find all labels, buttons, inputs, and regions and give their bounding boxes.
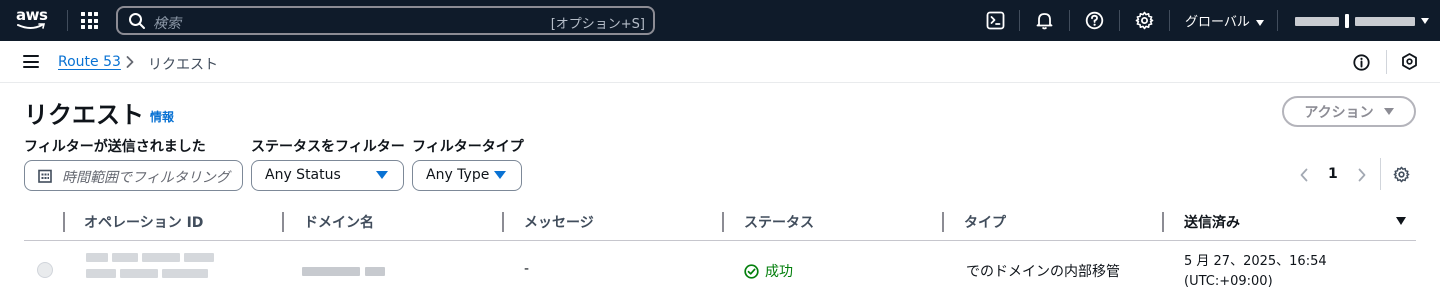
status-filter-label: ステータスをフィルター [251,139,405,155]
sent-timezone: (UTC:+09:00) [1184,274,1273,289]
table-row: - 成功 でのドメインの内部移管 5 月 27、2025、16:54 (UTC:… [24,242,1416,303]
nav-divider [1277,10,1278,31]
redacted-separator [1345,14,1349,28]
actions-dropdown-button[interactable]: アクション [1282,96,1416,127]
nav-divider [1169,10,1170,31]
column-header-message[interactable]: メッセージ [524,212,594,232]
aws-logo-text: aws [16,6,48,24]
actions-label: アクション [1304,104,1374,121]
column-header-sent[interactable]: 送信済み [1184,212,1240,232]
search-icon [129,13,145,29]
type-filter-label: フィルタータイプ [412,139,524,155]
redacted-operation-id [86,253,214,278]
help-icon[interactable] [1085,11,1104,30]
caret-down-icon [1255,19,1264,26]
table-header: オペレーション ID ドメイン名 メッセージ ステータス タイプ 送信済み [24,202,1416,241]
caret-down-icon [1383,108,1394,115]
previous-page-icon[interactable] [1298,167,1310,183]
type-cell: でのドメインの内部移管 [966,264,1120,280]
region-selector[interactable]: グローバル [1185,11,1264,30]
status-cell: 成功 [744,261,793,281]
date-range-placeholder: 時間範囲でフィルタリング [62,170,230,186]
aws-smile-icon [17,23,46,29]
breadcrumb-divider [1386,50,1387,74]
search-field[interactable]: 検索 [オプション+S] [116,6,655,35]
region-label: グローバル [1185,15,1250,30]
success-check-icon [744,263,759,279]
breadcrumb-bar: Route 53 リクエスト [0,41,1440,83]
nav-divider [67,10,68,31]
aws-logo[interactable]: aws [16,8,50,34]
search-shortcut-hint: [オプション+S] [550,17,645,32]
top-navigation-bar: aws 検索 [オプション+S] グローバル [0,0,1440,41]
column-resizer[interactable] [502,212,504,232]
gear-icon[interactable] [1135,11,1154,30]
status-text: 成功 [765,264,793,280]
chevron-right-icon [126,56,134,68]
caret-down-icon [1421,18,1429,24]
column-header-operation-id[interactable]: オペレーション ID [84,212,203,232]
date-filter-label: フィルターが送信されました [24,139,206,155]
account-menu[interactable] [1295,13,1429,29]
next-page-icon[interactable] [1356,167,1368,183]
column-resizer[interactable] [942,212,944,232]
caret-down-icon [376,171,388,179]
sent-cell: 5 月 27、2025、16:54 (UTC:+09:00) [1184,252,1327,292]
redacted-account-id [1355,16,1415,26]
search-placeholder: 検索 [153,16,181,32]
type-filter-select[interactable]: Any Type [412,160,522,191]
column-resizer[interactable] [63,212,65,232]
menu-toggle-icon[interactable] [23,55,39,68]
nav-divider [1019,10,1020,31]
row-select-radio[interactable] [37,262,53,278]
message-cell: - [524,261,530,277]
column-header-domain-name[interactable]: ドメイン名 [304,212,374,232]
date-range-filter[interactable]: 時間範囲でフィルタリング [24,160,243,191]
pagination-divider [1380,158,1381,190]
sort-descending-icon[interactable] [1396,217,1406,225]
caret-down-icon [494,171,506,179]
current-page-number[interactable]: 1 [1328,166,1338,182]
info-link[interactable]: 情報 [150,108,174,125]
status-filter-value: Any Status [265,167,341,183]
cloudshell-icon[interactable] [986,11,1005,30]
column-resizer[interactable] [282,212,284,232]
sent-datetime: 5 月 27、2025、16:54 [1184,254,1327,269]
breadcrumb-current: リクエスト [148,57,218,73]
page-title: リクエスト [24,101,144,129]
column-header-type[interactable]: タイプ [964,212,1006,232]
nav-divider [1119,10,1120,31]
bell-icon[interactable] [1035,11,1054,30]
column-header-status[interactable]: ステータス [744,212,814,232]
status-filter-select[interactable]: Any Status [251,160,404,191]
column-resizer[interactable] [1162,212,1164,232]
services-grid-icon[interactable] [81,12,98,29]
calendar-icon [38,169,52,183]
redacted-domain-name [302,267,385,276]
table-preferences-gear-icon[interactable] [1393,166,1410,183]
redacted-account-name [1295,16,1339,26]
hexagon-settings-icon[interactable] [1401,53,1418,70]
column-resizer[interactable] [722,212,724,232]
breadcrumb-route53-link[interactable]: Route 53 [58,54,121,70]
info-panel-icon[interactable] [1353,54,1370,71]
type-filter-value: Any Type [426,167,490,183]
nav-divider [1069,10,1070,31]
